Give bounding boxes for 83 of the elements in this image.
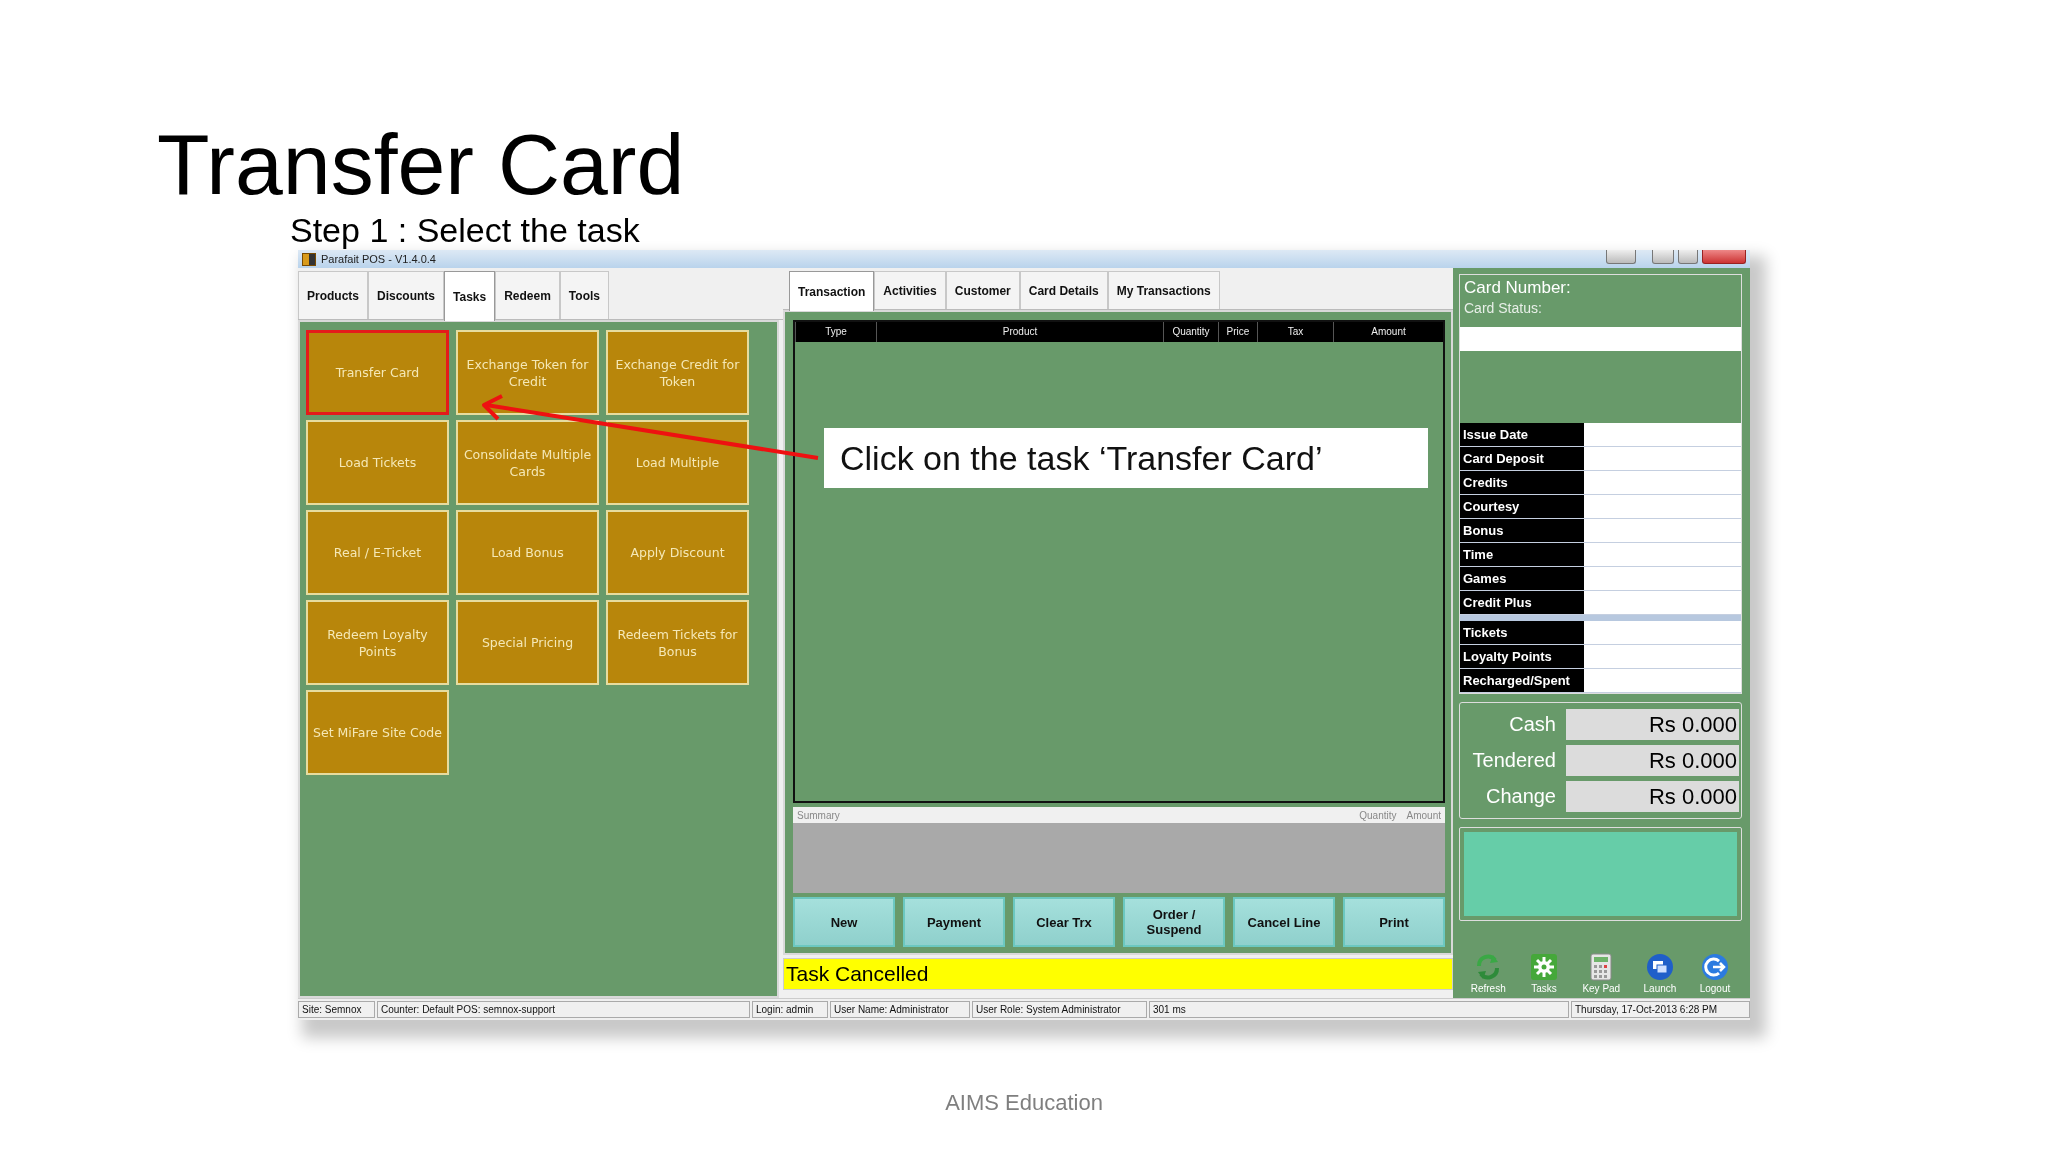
total-value: Rs 0.000 (1566, 709, 1739, 740)
tab[interactable]: Tasks (444, 271, 496, 321)
toolbar-button[interactable]: Key Pad (1582, 952, 1621, 994)
slide-footer: AIMS Education (945, 1090, 1103, 1115)
task-button[interactable]: Transfer Card (306, 330, 449, 415)
total-value: Rs 0.000 (1566, 745, 1739, 776)
field-label: Issue Date (1460, 423, 1584, 446)
column-header: Product (876, 322, 1163, 342)
field-label: Recharged/Spent (1460, 669, 1584, 692)
summary-column: Quantity (1359, 809, 1397, 821)
slide-subtitle: Step 1 : Select the task (290, 210, 640, 250)
field-label: Loyalty Points (1460, 645, 1584, 668)
column-header: Tax (1257, 322, 1333, 342)
field-label: Time (1460, 543, 1584, 566)
field-label: Tickets (1460, 621, 1584, 644)
tab[interactable]: Customer (945, 271, 1020, 309)
column-header: Type (795, 322, 876, 342)
total-label: Change (1484, 784, 1556, 809)
app-icon (302, 252, 316, 266)
field-label: Credit Plus (1460, 591, 1584, 614)
toolbar-button[interactable]: Launch (1643, 952, 1677, 994)
task-button[interactable]: Set MiFare Site Code (306, 690, 449, 775)
column-header: Amount (1333, 322, 1443, 342)
logout-icon (1700, 952, 1730, 982)
window-title: Parafait POS - V1.4.0.4 (321, 253, 436, 265)
task-button[interactable]: Load Multiple (606, 420, 749, 505)
task-button[interactable]: Exchange Credit for Token (606, 330, 749, 415)
status-cell: Thursday, 17-Oct-2013 6:28 PM (1571, 1001, 1750, 1018)
status-cell: User Role: System Administrator (972, 1001, 1147, 1018)
tab[interactable]: Tools (559, 271, 609, 319)
close-button[interactable] (1702, 250, 1746, 264)
action-button[interactable]: Clear Trx (1013, 897, 1115, 947)
gear-icon (1529, 952, 1560, 982)
tab[interactable]: My Transactions (1107, 271, 1220, 309)
callout-text: Click on the task ‘Transfer Card’ (824, 428, 1428, 488)
field-label: Bonus (1460, 519, 1584, 542)
action-button[interactable]: Order / Suspend (1123, 897, 1225, 947)
maximize-button[interactable] (1678, 250, 1698, 264)
field-label: Games (1460, 567, 1584, 590)
task-button[interactable]: Consolidate Multiple Cards (456, 420, 599, 505)
status-cell: User Name: Administrator (830, 1001, 970, 1018)
field-label: Credits (1460, 471, 1584, 494)
column-header: Price (1218, 322, 1257, 342)
total-label: Cash (1508, 712, 1556, 737)
action-button[interactable]: Payment (903, 897, 1005, 947)
task-button[interactable]: Redeem Tickets for Bonus (606, 600, 749, 685)
toolbar-button[interactable]: Logout (1699, 952, 1731, 994)
tab[interactable]: Products (298, 271, 368, 319)
action-button[interactable]: Cancel Line (1233, 897, 1335, 947)
tab[interactable]: Activities (874, 271, 946, 309)
task-button[interactable]: Special Pricing (456, 600, 599, 685)
column-header: Quantity (1163, 322, 1218, 342)
summary-column: Amount (1406, 809, 1441, 821)
total-label: Tendered (1471, 748, 1556, 773)
action-button[interactable]: New (793, 897, 895, 947)
total-value: Rs 0.000 (1566, 781, 1739, 812)
card-number-label: Card Number: (1464, 277, 1572, 299)
task-button[interactable]: Load Bonus (456, 510, 599, 595)
task-button[interactable]: Apply Discount (606, 510, 749, 595)
card-status-label: Card Status: (1464, 299, 1543, 317)
field-label: Courtesy (1460, 495, 1584, 518)
tab[interactable]: Discounts (368, 271, 445, 319)
toolbar-button[interactable]: Tasks (1529, 952, 1560, 994)
status-cell: 301 ms (1149, 1001, 1569, 1018)
status-cell: Site: Semnox (298, 1001, 375, 1018)
minimize-button[interactable] (1652, 250, 1674, 264)
status-cell: Counter: Default POS: semnox-support (377, 1001, 750, 1018)
status-cell: Login: admin (752, 1001, 828, 1018)
task-button[interactable]: Real / E-Ticket (306, 510, 449, 595)
status-message: Task Cancelled (783, 958, 1453, 990)
task-button[interactable]: Exchange Token for Credit (456, 330, 599, 415)
resize-button[interactable] (1606, 250, 1636, 264)
tab[interactable]: Redeem (495, 271, 560, 319)
windows-icon (1644, 952, 1675, 982)
field-label: Card Deposit (1460, 447, 1584, 470)
tab[interactable]: Card Details (1019, 271, 1108, 309)
task-button[interactable]: Load Tickets (306, 420, 449, 505)
toolbar-button[interactable]: Refresh (1470, 952, 1506, 994)
tab[interactable]: Transaction (789, 271, 875, 311)
slide-title: Transfer Card (157, 118, 685, 210)
summary-label: Summary (797, 809, 840, 821)
task-button[interactable]: Redeem Loyalty Points (306, 600, 449, 685)
action-button[interactable]: Print (1343, 897, 1445, 947)
